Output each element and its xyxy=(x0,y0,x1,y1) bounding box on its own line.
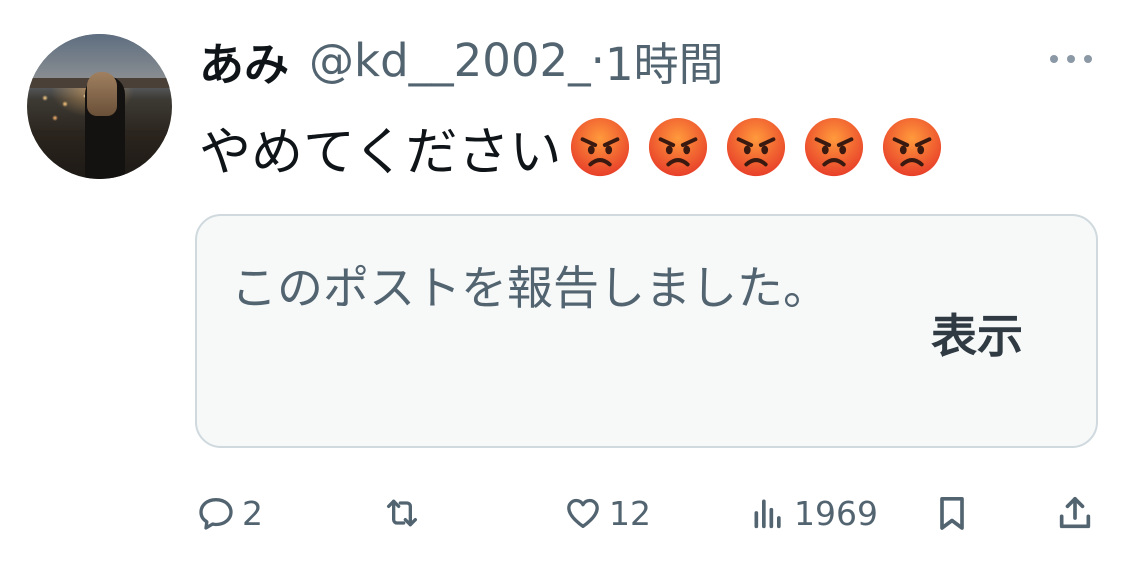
views-count: 1969 xyxy=(794,493,878,533)
avatar[interactable] xyxy=(27,34,172,179)
angry-face-emoji xyxy=(727,117,786,177)
angry-face-emoji xyxy=(883,117,942,177)
views-button[interactable]: 1969 xyxy=(748,488,878,538)
separator-dot: · xyxy=(590,33,605,87)
display-name[interactable]: あみ xyxy=(199,28,289,93)
more-dot xyxy=(1084,55,1092,63)
tweet-text: やめてください xyxy=(199,112,959,183)
reply-icon xyxy=(199,498,233,530)
user-handle[interactable]: @kd__2002_ xyxy=(309,34,591,87)
share-icon xyxy=(1059,497,1091,529)
bookmark-button[interactable] xyxy=(932,488,972,538)
bookmark-icon xyxy=(940,497,964,530)
timestamp[interactable]: 1時間 xyxy=(605,28,724,93)
notice-message: このポストを報告しました。 xyxy=(231,261,829,315)
show-post-button[interactable]: 表示 xyxy=(931,300,1023,366)
more-dot xyxy=(1050,55,1058,63)
action-bar: 2 12 1969 xyxy=(0,488,1125,538)
reply-count: 2 xyxy=(242,493,263,533)
like-button[interactable]: 12 xyxy=(563,488,651,538)
like-count: 12 xyxy=(609,493,651,533)
share-button[interactable] xyxy=(1055,488,1095,538)
more-options-icon[interactable] xyxy=(1050,48,1092,70)
angry-face-emoji xyxy=(805,117,864,177)
emoji-group xyxy=(569,116,959,178)
heart-icon xyxy=(567,498,599,528)
retweet-icon xyxy=(387,499,417,527)
reported-post-notice: このポストを報告しました。 表示 xyxy=(195,214,1098,448)
more-dot xyxy=(1067,55,1075,63)
tweet-body: やめてください xyxy=(199,122,562,183)
reply-button[interactable]: 2 xyxy=(196,488,263,538)
tweet-header: あみ @kd__2002_ · 1時間 xyxy=(199,28,724,93)
retweet-button[interactable] xyxy=(382,488,428,538)
avatar-photo-hair xyxy=(87,72,117,116)
angry-face-emoji xyxy=(571,117,630,177)
views-chart-icon xyxy=(754,499,781,529)
angry-face-emoji xyxy=(649,117,708,177)
